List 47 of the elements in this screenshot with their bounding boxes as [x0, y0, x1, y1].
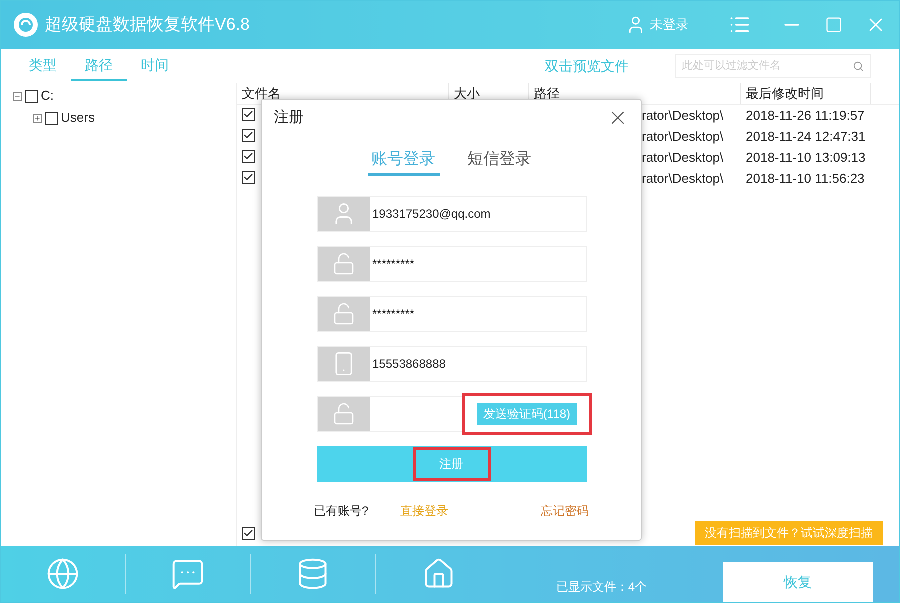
login-tab[interactable]: 短信登录 [464, 146, 536, 176]
table-cell-text: rator\Desktop\ [642, 170, 725, 188]
register-button[interactable]: 注册 [316, 446, 586, 482]
input-field[interactable]: ********* [316, 246, 586, 282]
forgot-password-link[interactable]: 忘记密码 [541, 502, 589, 520]
globe-icon[interactable] [46, 557, 80, 591]
input-field[interactable]: 15553868888 [316, 346, 586, 382]
login-tab[interactable]: 账号登录 [368, 146, 440, 176]
collapse-icon[interactable] [13, 92, 22, 100]
table-cell-text: rator\Desktop\ [642, 148, 725, 167]
logo-icon [13, 12, 39, 38]
tab[interactable]: 类型 [15, 51, 71, 81]
recover-button[interactable]: 恢复 [723, 562, 873, 602]
checkbox[interactable] [242, 108, 255, 121]
lock-icon [332, 302, 356, 326]
tab[interactable]: 路径 [71, 51, 127, 81]
window-title: 超级硬盘数据恢复软件V6.8 [45, 14, 250, 36]
lock-icon [332, 252, 356, 276]
search-icon[interactable] [853, 60, 864, 72]
login-status[interactable]: 未登录 [650, 15, 689, 35]
expand-icon[interactable] [33, 114, 42, 122]
input-field[interactable]: ********* [316, 296, 586, 332]
checkbox[interactable] [242, 170, 255, 184]
preview-hint: 双击预览文件 [545, 56, 629, 76]
table-cell-text: rator\Desktop\ [642, 128, 725, 146]
tree-label[interactable]: C: [41, 86, 54, 106]
column-header[interactable]: 最后修改时间 [741, 83, 871, 104]
account-prompt: 已有账号? [314, 503, 369, 520]
checkbox[interactable] [242, 150, 255, 163]
checkbox[interactable] [242, 526, 255, 540]
tab[interactable]: 时间 [127, 51, 183, 81]
table-cell-text: 2018-11-10 11:56:23 [745, 170, 865, 188]
table-cell-text: 2018-11-10 13:09:13 [745, 148, 866, 167]
lock-icon [332, 402, 356, 426]
status-text: 已显示文件：4个 [556, 579, 647, 596]
checkbox[interactable] [45, 112, 58, 124]
table-cell-text: 2018-11-24 12:47:31 [745, 128, 866, 146]
table-cell-text: 2018-11-26 11:19:57 [745, 106, 865, 125]
checkbox[interactable] [242, 128, 255, 142]
input-field[interactable]: 1933175230@qq.com [316, 196, 586, 232]
send-code-button[interactable]: 发送验证码(118) [477, 403, 576, 425]
dialog-title: 注册 [274, 108, 304, 128]
deep-scan-button[interactable]: 没有扫描到文件？试试深度扫描 [695, 521, 883, 545]
checkbox[interactable] [25, 90, 38, 102]
tree-label[interactable]: Users [61, 108, 95, 128]
table-cell-text: rator\Desktop\ [642, 106, 725, 125]
login-link[interactable]: 直接登录 [400, 502, 449, 520]
